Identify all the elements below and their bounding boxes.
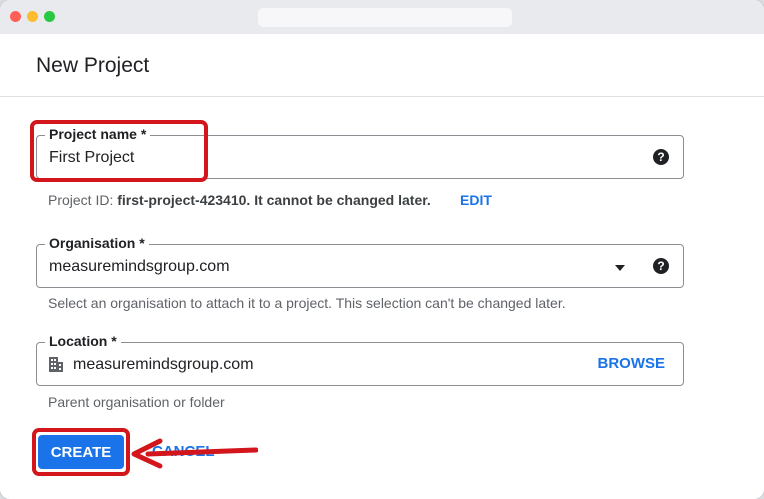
organisation-value: measuremindsgroup.com [49,258,230,275]
address-bar[interactable] [258,8,512,27]
page-title: New Project [36,54,150,77]
browse-button[interactable]: BROWSE [598,355,666,372]
building-icon [49,357,63,372]
location-hint: Parent organisation or folder [48,394,225,410]
organisation-select[interactable]: Organisation * measuremindsgroup.com ? [36,235,684,288]
browser-window: New Project Project name * First Project… [0,0,764,499]
arrow-drop-down-icon[interactable] [615,265,625,271]
organisation-hint: Select an organisation to attach it to a… [48,295,566,311]
window-titlebar [0,0,764,34]
location-label: Location * [45,333,121,349]
close-window-button[interactable] [10,11,21,22]
edit-project-id-link[interactable]: EDIT [460,192,492,208]
project-id-prefix: Project ID: [48,192,118,208]
create-button-highlight [32,428,130,476]
location-value: measuremindsgroup.com [73,356,254,373]
project-name-highlight [30,120,208,182]
project-id-hint: Project ID: first-project-423410. It can… [48,192,431,208]
maximize-window-button[interactable] [44,11,55,22]
location-field[interactable]: Location * measuremindsgroup.com BROWSE [36,333,684,386]
dialog-header: New Project [0,34,764,97]
project-id-suffix: It cannot be changed later. [250,192,431,208]
organisation-label: Organisation * [45,235,149,251]
project-id-value: first-project-423410. [117,192,251,208]
help-icon[interactable]: ? [653,149,669,165]
annotation-arrow-icon [131,438,258,469]
help-icon[interactable]: ? [653,258,669,274]
minimize-window-button[interactable] [27,11,38,22]
